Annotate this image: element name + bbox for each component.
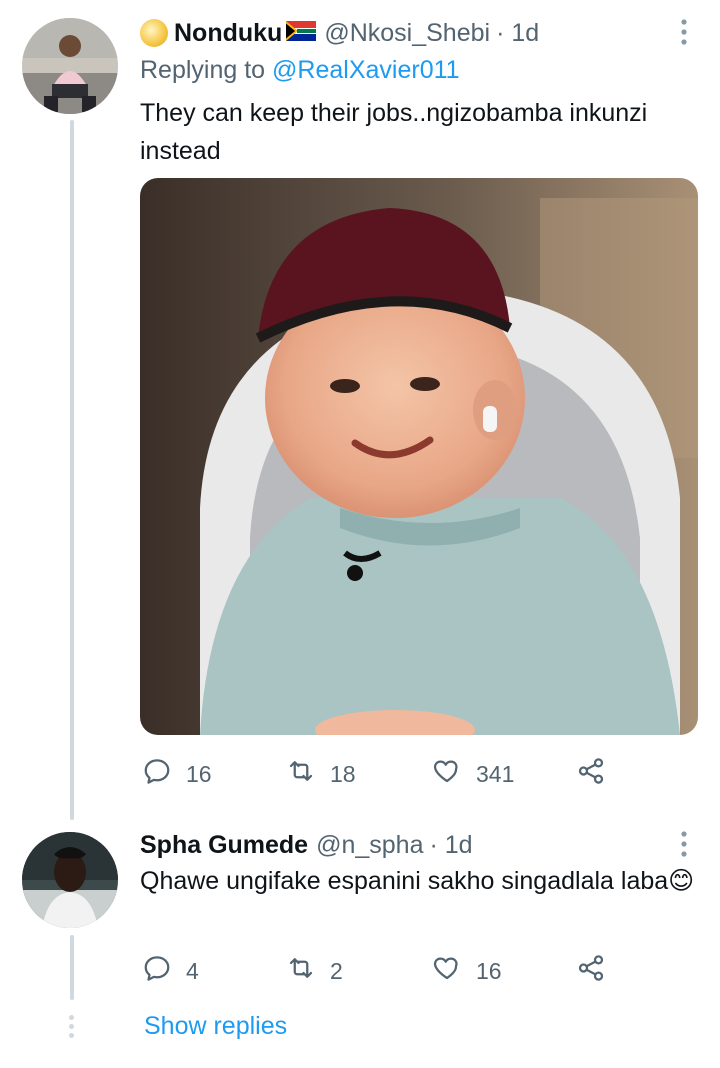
like-icon (432, 756, 462, 792)
retweet-count: 18 (330, 760, 356, 787)
show-replies-link[interactable]: Show replies (144, 1012, 287, 1041)
tweet1-header: Nonduku @Nkosi_Shebi · 1d (140, 16, 539, 50)
thread-dots (69, 1015, 75, 1038)
share-icon (576, 756, 606, 792)
tweet2-author-name[interactable]: Spha Gumede (140, 831, 308, 860)
tweet1-reply-action[interactable]: 16 (142, 756, 212, 792)
share-icon (576, 953, 606, 989)
tweet1-share-action[interactable] (576, 756, 606, 792)
tweet2-retweet-action[interactable]: 2 (286, 953, 343, 989)
retweet-icon (286, 953, 316, 989)
tweet1-text: They can keep their jobs..ngizobamba ink… (140, 99, 648, 165)
avatar-nonduku[interactable] (22, 18, 118, 114)
tweet1-replying-to: Replying to @RealXavier011 (140, 56, 460, 85)
like-count: 16 (476, 957, 502, 984)
reply-icon (142, 756, 172, 792)
retweet-icon (286, 756, 316, 792)
reply-count: 4 (186, 957, 199, 984)
tweet2-timestamp[interactable]: · 1d (430, 831, 473, 860)
tweet2-text: Qhawe ungifake espanini sakho singadlala… (140, 862, 700, 900)
replying-to-label: Replying to (140, 56, 273, 84)
tweet2-text-content: Qhawe ungifake espanini sakho singadlala… (140, 867, 669, 895)
tweet1-media-image[interactable] (140, 178, 698, 735)
tweet1-handle[interactable]: @Nkosi_Shebi (324, 19, 490, 48)
tweet2-share-action[interactable] (576, 953, 606, 989)
thread-line (70, 120, 74, 820)
south-africa-flag-icon (286, 20, 317, 46)
more-icon-2[interactable] (676, 830, 692, 858)
tweet2-handle[interactable]: @n_spha (316, 831, 423, 860)
tweet1-timestamp[interactable]: · 1d (496, 19, 539, 48)
reply-count: 16 (186, 760, 212, 787)
tweet1-retweet-action[interactable]: 18 (286, 756, 356, 792)
smiling-emoji-icon: 😊 (668, 866, 695, 895)
tweet2-like-action[interactable]: 16 (432, 953, 502, 989)
tweet2-reply-action[interactable]: 4 (142, 953, 199, 989)
tweet1-author-name[interactable]: Nonduku (174, 19, 282, 48)
like-icon (432, 953, 462, 989)
replying-to-mention[interactable]: @RealXavier011 (272, 56, 460, 84)
retweet-count: 2 (330, 957, 343, 984)
thread-line-lower (70, 935, 74, 1000)
more-icon[interactable] (676, 18, 692, 46)
like-count: 341 (476, 760, 515, 787)
reply-icon (142, 953, 172, 989)
tweet2-header: Spha Gumede @n_spha · 1d (140, 828, 473, 862)
avatar-spha-gumede[interactable] (22, 832, 118, 928)
emoji-badge-icon (140, 19, 168, 47)
tweet1-like-action[interactable]: 341 (432, 756, 514, 792)
